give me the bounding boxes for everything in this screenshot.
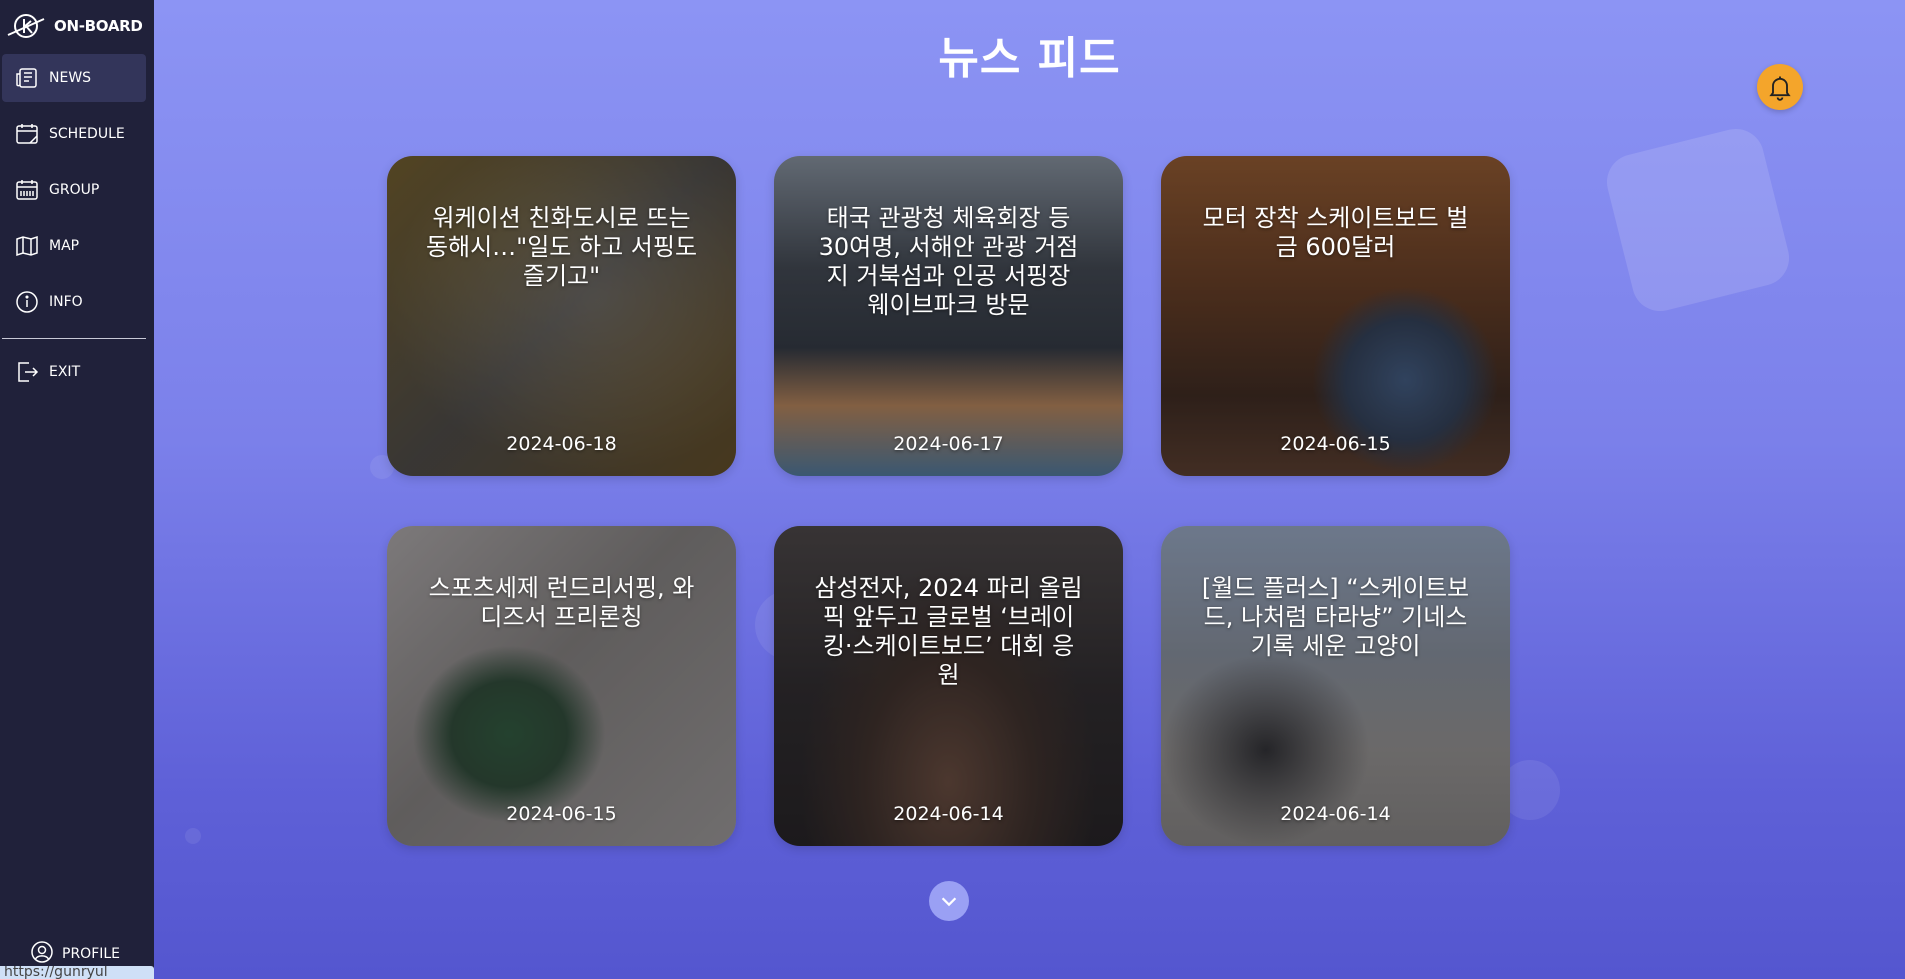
map-icon [14, 233, 40, 259]
profile-label: PROFILE [62, 946, 121, 962]
notification-button[interactable] [1757, 64, 1803, 110]
news-title: 삼성전자, 2024 파리 올림픽 앞두고 글로벌 ‘브레이킹·스케이트보드’ … [814, 574, 1083, 689]
news-card[interactable]: [월드 플러스] “스케이트보드, 나처럼 타라냥” 기네스 기록 세운 고양이… [1161, 526, 1510, 846]
sidebar: ON-BOARD NEWS SCHEDULE GROUP MAP INFO EX… [0, 0, 154, 979]
news-title: [월드 플러스] “스케이트보드, 나처럼 타라냥” 기네스 기록 세운 고양이 [1201, 574, 1470, 660]
news-card[interactable]: 태국 관광청 체육회장 등 30여명, 서해안 관광 거점지 거북섬과 인공 서… [774, 156, 1123, 476]
sidebar-item-exit[interactable]: EXIT [2, 348, 146, 396]
news-title: 태국 관광청 체육회장 등 30여명, 서해안 관광 거점지 거북섬과 인공 서… [818, 204, 1079, 319]
news-date: 2024-06-14 [893, 803, 1004, 825]
page-title: 뉴스 피드 [938, 33, 1121, 84]
background-decoration [185, 828, 201, 844]
news-date: 2024-06-14 [1280, 803, 1391, 825]
sidebar-item-label: MAP [49, 238, 80, 254]
calendar-icon [14, 121, 40, 147]
news-date: 2024-06-15 [506, 803, 617, 825]
sidebar-item-info[interactable]: INFO [2, 278, 146, 326]
chevron-down-icon [941, 897, 957, 907]
news-title: 워케이션 친화도시로 뜨는 동해시…"일도 하고 서핑도 즐기고" [425, 204, 698, 290]
status-bar-url: https://gunryul [0, 966, 154, 979]
news-card[interactable]: 스포츠세제 런드리서핑, 와디즈서 프리론칭 2024-06-15 [387, 526, 736, 846]
sidebar-item-label: INFO [49, 294, 83, 310]
news-date: 2024-06-17 [893, 433, 1004, 455]
info-icon [14, 289, 40, 315]
load-more-button[interactable] [929, 881, 969, 921]
sidebar-item-label: GROUP [49, 182, 100, 198]
news-card[interactable]: 모터 장착 스케이트보드 벌금 600달러 2024-06-15 [1161, 156, 1510, 476]
sidebar-item-label: SCHEDULE [49, 126, 125, 142]
sidebar-item-schedule[interactable]: SCHEDULE [2, 110, 146, 158]
news-card[interactable]: 삼성전자, 2024 파리 올림픽 앞두고 글로벌 ‘브레이킹·스케이트보드’ … [774, 526, 1123, 846]
background-decoration [1601, 123, 1795, 317]
news-date: 2024-06-18 [506, 433, 617, 455]
sidebar-item-group[interactable]: GROUP [2, 166, 146, 214]
exit-icon [14, 359, 40, 385]
user-icon [30, 940, 54, 968]
bell-icon [1769, 76, 1791, 101]
sidebar-divider [2, 338, 146, 339]
news-card[interactable]: 워케이션 친화도시로 뜨는 동해시…"일도 하고 서핑도 즐기고" 2024-0… [387, 156, 736, 476]
group-calendar-icon [14, 177, 40, 203]
news-title: 모터 장착 스케이트보드 벌금 600달러 [1202, 204, 1469, 261]
sidebar-item-map[interactable]: MAP [2, 222, 146, 270]
profile-button[interactable]: PROFILE [30, 940, 120, 968]
news-title: 스포츠세제 런드리서핑, 와디즈서 프리론칭 [428, 574, 695, 631]
news-date: 2024-06-15 [1280, 433, 1391, 455]
sidebar-item-label: EXIT [49, 364, 81, 380]
